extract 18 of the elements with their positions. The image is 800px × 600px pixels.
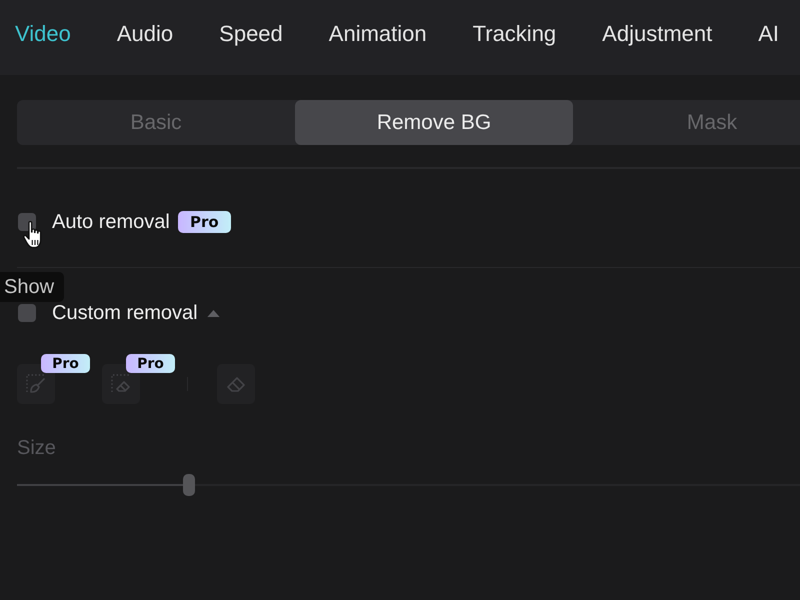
tab[interactable]: Audio <box>116 20 174 46</box>
pro-badge: Pro <box>126 354 175 373</box>
pro-badge: Pro <box>41 354 90 373</box>
tab[interactable]: Video <box>15 20 71 46</box>
tab[interactable]: Speed <box>219 20 283 46</box>
size-label: Size <box>17 437 56 460</box>
caret-icon[interactable] <box>206 310 220 316</box>
tab[interactable]: Adjustment <box>602 20 712 46</box>
brush-icon <box>24 372 48 396</box>
checkbox-label: Custom removal <box>52 302 198 324</box>
tooltip: Show <box>0 272 64 302</box>
segment-tab[interactable]: Remove BG <box>295 100 573 145</box>
tab[interactable]: Animation <box>328 20 427 46</box>
tab[interactable]: Tracking <box>472 20 556 46</box>
checkbox-label: Auto removal <box>52 210 170 234</box>
pro-badge: Pro <box>178 211 231 233</box>
tab[interactable]: AI <box>758 20 780 46</box>
checkbox[interactable] <box>18 304 36 322</box>
